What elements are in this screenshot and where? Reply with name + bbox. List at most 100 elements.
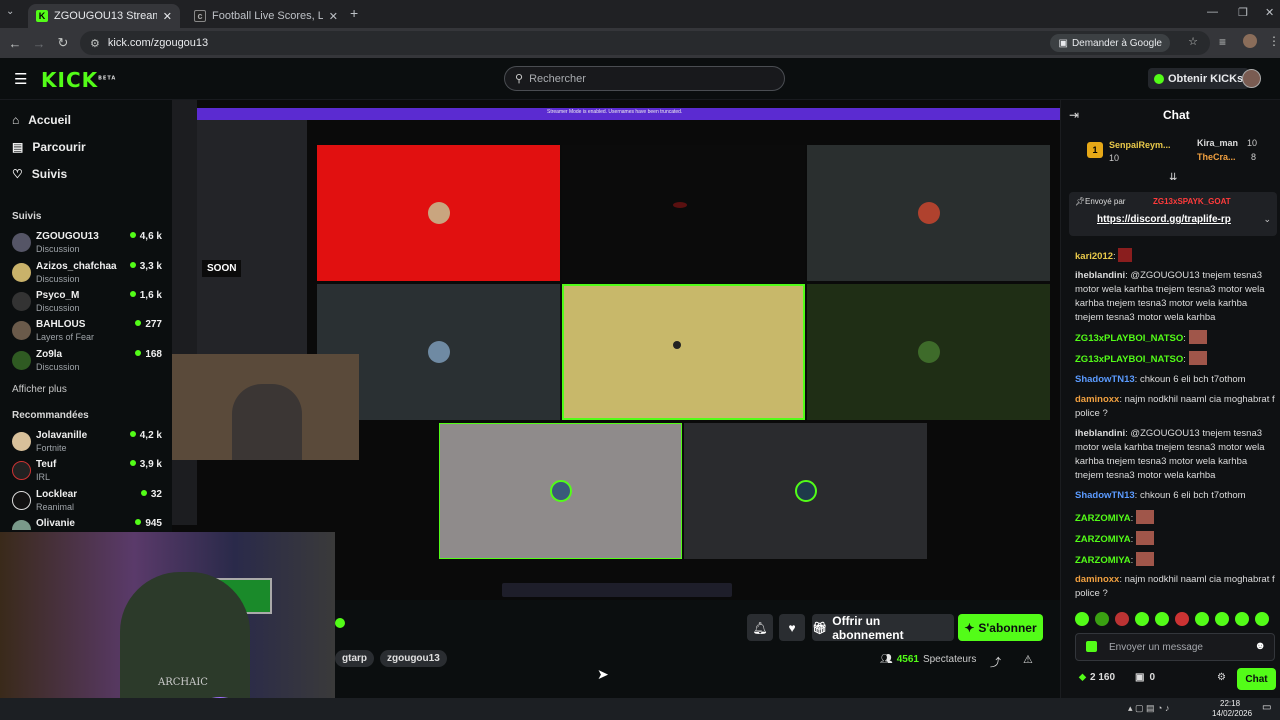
gift-sub-button[interactable]: 🎁︎ Offrir un abonnement [812, 614, 954, 642]
subscribe-label: S'abonner [978, 620, 1037, 635]
emote-icon[interactable] [1215, 612, 1229, 626]
chat-message: kari2012: [1075, 248, 1275, 264]
channel-name: Locklear [36, 489, 78, 500]
chat-identity-icon[interactable] [1086, 641, 1097, 652]
viewers-icon: 👥︎ [880, 654, 893, 665]
bookmark-star-icon[interactable]: ☆ [1188, 35, 1198, 48]
chat-message: iheblandini: @ZGOUGOU13 tnejem tesna3 mo… [1075, 270, 1265, 323]
minimize-icon[interactable]: — [1207, 6, 1218, 18]
browser-menu-icon[interactable]: ⋮ [1268, 34, 1280, 48]
show-more-link[interactable]: Afficher plus [12, 384, 67, 395]
emote-icon[interactable] [1075, 612, 1089, 626]
chat-username[interactable]: ZARZOMIYA [1075, 534, 1131, 545]
chat-username[interactable]: daminoxx [1075, 394, 1119, 405]
kicks-balance[interactable]: ⬥ 2 160 [1079, 672, 1115, 683]
back-icon[interactable]: ← [3, 36, 27, 51]
pinned-link[interactable]: https://discord.gg/traplife-rp [1097, 214, 1231, 225]
nav-accueil[interactable]: ⌂ Accueil [12, 113, 71, 127]
emoji-picker-icon[interactable]: ☻ [1254, 640, 1266, 652]
chat-username[interactable]: ShadowTN13 [1075, 490, 1135, 501]
gifter-name: TheCra... [1197, 152, 1236, 162]
tag-zgougou13[interactable]: zgougou13 [380, 650, 447, 667]
maximize-icon[interactable]: ❐ [1238, 6, 1248, 19]
chat-username[interactable]: ShadowTN13 [1075, 374, 1135, 385]
chat-username[interactable]: ZARZOMIYA [1075, 513, 1131, 524]
chat-username[interactable]: ZARZOMIYA [1075, 555, 1131, 566]
participant-avatar [549, 480, 572, 502]
chat-username[interactable]: kari2012 [1075, 251, 1113, 262]
tab-kick-stream[interactable]: K ZGOUGOU13 Stream - Watch... ✕ [28, 4, 180, 28]
chat-username[interactable]: daminoxx [1075, 574, 1119, 585]
mouse-cursor: ➤ [597, 666, 609, 682]
emote-icon[interactable] [1155, 612, 1169, 626]
viewer-count: 4,2 k [130, 430, 162, 441]
site-info-icon[interactable]: ⚙ [90, 37, 100, 50]
notification-bell-button[interactable]: 🔔︎ [747, 614, 773, 641]
close-tab-icon[interactable]: ✕ [163, 10, 172, 23]
banner-text: Streamer Mode is enabled. Usernames have… [547, 109, 683, 115]
follow-heart-button[interactable]: ♥ [779, 614, 805, 641]
tab-search-icon[interactable]: ⌄ [6, 6, 14, 17]
report-icon[interactable]: ⚠ [1023, 653, 1033, 666]
emote-icon[interactable] [1255, 612, 1269, 626]
nav-parcourir[interactable]: ▤ Parcourir [12, 140, 86, 154]
close-tab-icon[interactable]: ✕ [329, 10, 338, 23]
recommended-channel[interactable]: Teuf IRL 3,9 k [12, 459, 162, 487]
profile-avatar-icon[interactable] [1243, 34, 1257, 48]
emote-icon[interactable] [1235, 612, 1249, 626]
emote-icon[interactable] [1095, 612, 1109, 626]
followed-channel[interactable]: Zo9la Discussion 168 [12, 349, 162, 377]
video-player[interactable]: Streamer Mode is enabled. Usernames have… [172, 100, 1060, 600]
recommended-channel[interactable]: Locklear Reanimal 32 [12, 489, 162, 517]
notification-icon[interactable]: ▭ [1262, 702, 1271, 713]
reload-icon[interactable]: ↻ [51, 35, 75, 51]
followed-channel[interactable]: BAHLOUS Layers of Fear 277 [12, 319, 162, 347]
subscribe-button[interactable]: ✦ S'abonner [958, 614, 1043, 641]
emote-icon [1118, 248, 1133, 262]
tag-gtarp[interactable]: gtarp [335, 650, 374, 667]
followed-channel[interactable]: Psyco_M Discussion 1,6 k [12, 290, 162, 318]
channel-category: IRL [36, 472, 51, 482]
new-tab-icon[interactable]: + [350, 5, 358, 21]
chat-settings-icon[interactable]: ⚙ [1217, 672, 1226, 683]
emote-icon[interactable] [1115, 612, 1129, 626]
tab-list-icon[interactable]: ≡ [1219, 35, 1226, 49]
close-window-icon[interactable]: ✕ [1265, 6, 1274, 19]
search-input[interactable]: ⚲ Rechercher [504, 66, 785, 91]
forward-icon[interactable]: → [27, 36, 51, 51]
avatar [12, 520, 31, 530]
channel-points[interactable]: ▣ 0 [1135, 672, 1155, 683]
get-kicks-button[interactable]: Obtenir KICKs [1148, 68, 1250, 89]
emote-icon[interactable] [1175, 612, 1189, 626]
chat-message-input[interactable]: Envoyer un message ☻ [1075, 633, 1275, 661]
chat-username[interactable]: ZG13xPLAYBOI_NATSO [1075, 354, 1183, 365]
chat-filter-icon[interactable]: ⇊ [1169, 172, 1177, 183]
hamburger-menu-icon[interactable]: ☰ [14, 70, 27, 88]
nav-suivis[interactable]: ♡ Suivis [12, 167, 67, 181]
tab-football[interactable]: c Football Live Scores, Latest Foot ✕ [186, 4, 346, 28]
clock-time: 22:18 [1220, 699, 1241, 708]
browser-toolbar: ← → ↻ ⚙ kick.com/zgougou13 ▣ Demander à … [0, 28, 1280, 58]
collapse-chat-icon[interactable]: ⇥ [1069, 108, 1079, 122]
avatar [12, 233, 31, 252]
viewer-count: 168 [135, 349, 162, 360]
system-tray-icons[interactable]: ▴ ▢ ▤ ◔ ♪ [1128, 703, 1169, 714]
chat-username[interactable]: iheblandini [1075, 270, 1125, 281]
expand-pin-icon[interactable]: ⌄ [1263, 214, 1271, 225]
send-chat-button[interactable]: Chat [1237, 668, 1276, 690]
emote-icon[interactable] [1135, 612, 1149, 626]
emote-icon[interactable] [1195, 612, 1209, 626]
recommended-channel[interactable]: Olivanie 945 [12, 518, 162, 530]
user-avatar[interactable] [1242, 69, 1261, 88]
chat-username[interactable]: iheblandini [1075, 428, 1125, 439]
recommended-channel[interactable]: Jolavanille Fortnite 4,2 k [12, 430, 162, 458]
kick-logo[interactable]: KICKBETA [41, 68, 116, 92]
address-bar[interactable]: ⚙ kick.com/zgougou13 ▣ Demander à Google… [80, 31, 1210, 55]
channel-category: Fortnite [36, 443, 67, 453]
kicks-icon: ⬥ [1079, 672, 1086, 683]
chat-username[interactable]: ZG13xPLAYBOI_NATSO [1075, 333, 1183, 344]
share-icon[interactable]: ⤴ [990, 654, 1001, 670]
followed-channel[interactable]: ZGOUGOU13 Discussion 4,6 k [12, 231, 162, 259]
followed-channel[interactable]: Azizos_chafchaa Discussion 3,3 k [12, 261, 162, 289]
ask-google-button[interactable]: ▣ Demander à Google [1050, 34, 1170, 52]
